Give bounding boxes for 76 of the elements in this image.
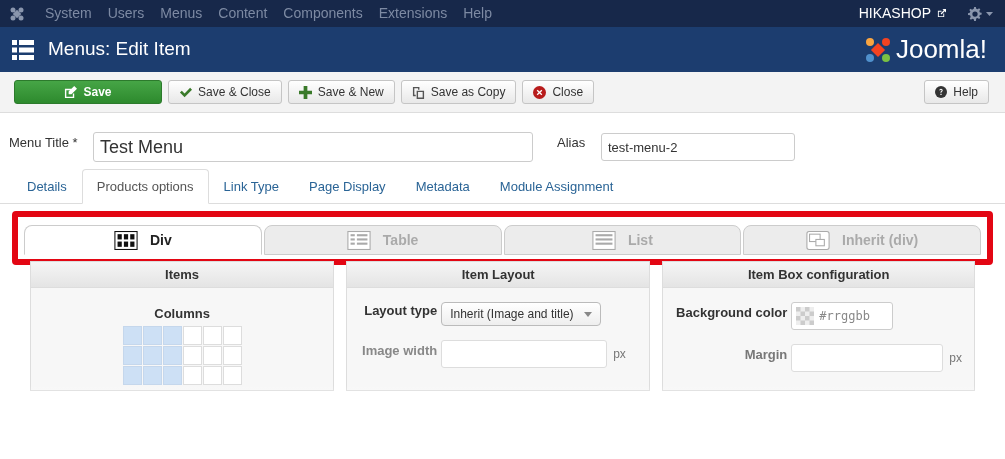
menu-item[interactable]: Extensions	[370, 3, 456, 24]
tab[interactable]: Page Display	[294, 169, 401, 204]
tab[interactable]: Products options	[81, 169, 209, 204]
list-icon	[12, 39, 34, 60]
field-label: Layout type	[363, 302, 438, 321]
grid-icon	[113, 230, 138, 250]
caret-icon	[583, 311, 592, 317]
grid-cell[interactable]	[142, 325, 162, 345]
field-label: Alias	[557, 134, 587, 153]
toolbar-button[interactable]: Save & Close	[168, 80, 282, 104]
field-label: Menu Title *	[9, 134, 79, 153]
copy-icon	[411, 85, 425, 99]
title-field[interactable]: Test Menu	[93, 132, 533, 162]
field-label: Image width	[361, 342, 438, 361]
toolbar-button[interactable]: Save & New	[287, 80, 395, 104]
settings-icon[interactable]	[968, 6, 993, 21]
layout-tab[interactable]: Div	[24, 225, 262, 255]
tab[interactable]: Link Type	[208, 169, 294, 204]
grid-cell[interactable]	[162, 365, 182, 385]
table-icon	[346, 230, 371, 250]
grid-cell[interactable]	[122, 325, 142, 345]
check-icon	[179, 85, 192, 99]
image-width-field[interactable]	[441, 340, 608, 368]
grid-cell[interactable]	[162, 325, 182, 345]
help-button[interactable]: Help	[924, 80, 989, 104]
external-link-icon	[937, 9, 946, 18]
close-icon	[533, 85, 547, 99]
tab[interactable]: Metadata	[400, 169, 485, 204]
grid-cell[interactable]	[182, 345, 202, 365]
grid-cell[interactable]	[182, 325, 202, 345]
grid-cell[interactable]	[182, 365, 202, 385]
grid-cell[interactable]	[222, 325, 242, 345]
window-icon	[806, 230, 830, 250]
tab[interactable]: Details	[12, 169, 82, 204]
color-field[interactable]: #rrggbb	[791, 302, 894, 330]
joomla-logo-icon	[863, 35, 892, 64]
unit-label: px	[613, 346, 626, 363]
grid-cell[interactable]	[202, 345, 222, 365]
grid-cell[interactable]	[202, 325, 222, 345]
column-grid[interactable]	[122, 325, 242, 385]
unit-label: px	[949, 350, 962, 367]
user-menu[interactable]: HIKASHOP	[858, 3, 931, 24]
grid-cell[interactable]	[122, 345, 142, 365]
grid-cell[interactable]	[142, 365, 162, 385]
menu-item[interactable]: Users	[99, 3, 153, 24]
panel-header: Items	[31, 262, 334, 288]
grid-cell[interactable]	[122, 365, 142, 385]
toolbar-button[interactable]: Close	[522, 80, 595, 104]
layout-dropdown[interactable]: Inherit (Image and title)	[441, 302, 601, 326]
menu-item[interactable]: System	[37, 3, 100, 24]
grid-cell[interactable]	[162, 345, 182, 365]
page-title: Menus: Edit Item	[48, 37, 192, 62]
toolbar-button[interactable]: Save	[14, 80, 162, 104]
grid-cell[interactable]	[222, 365, 242, 385]
menu-item[interactable]: Menus	[152, 3, 211, 24]
menu-item[interactable]: Content	[210, 3, 276, 24]
edit-icon	[64, 85, 78, 99]
help-icon	[935, 86, 948, 98]
grid-cell[interactable]	[202, 365, 222, 385]
grid-cell[interactable]	[142, 345, 162, 365]
field-label: Background color	[675, 304, 788, 323]
field-label: Columns	[154, 305, 210, 323]
plus-icon	[298, 85, 312, 99]
alias-field[interactable]: test-menu-2	[601, 133, 795, 161]
menu-item[interactable]: Help	[455, 3, 500, 24]
panel-header: Item Box configuration	[663, 262, 974, 288]
menu-item[interactable]: Components	[275, 3, 371, 24]
tab[interactable]: Module Assignment	[484, 169, 629, 204]
joomla-wordmark: Joomla!	[895, 33, 987, 66]
field-label: Margin	[743, 346, 788, 365]
toolbar-button[interactable]: Save as Copy	[400, 80, 517, 104]
list-icon	[591, 230, 616, 250]
grid-cell[interactable]	[222, 345, 242, 365]
joomla-logo-icon[interactable]	[9, 5, 25, 22]
panel-header: Item Layout	[347, 262, 650, 288]
margin-field[interactable]	[791, 344, 944, 372]
